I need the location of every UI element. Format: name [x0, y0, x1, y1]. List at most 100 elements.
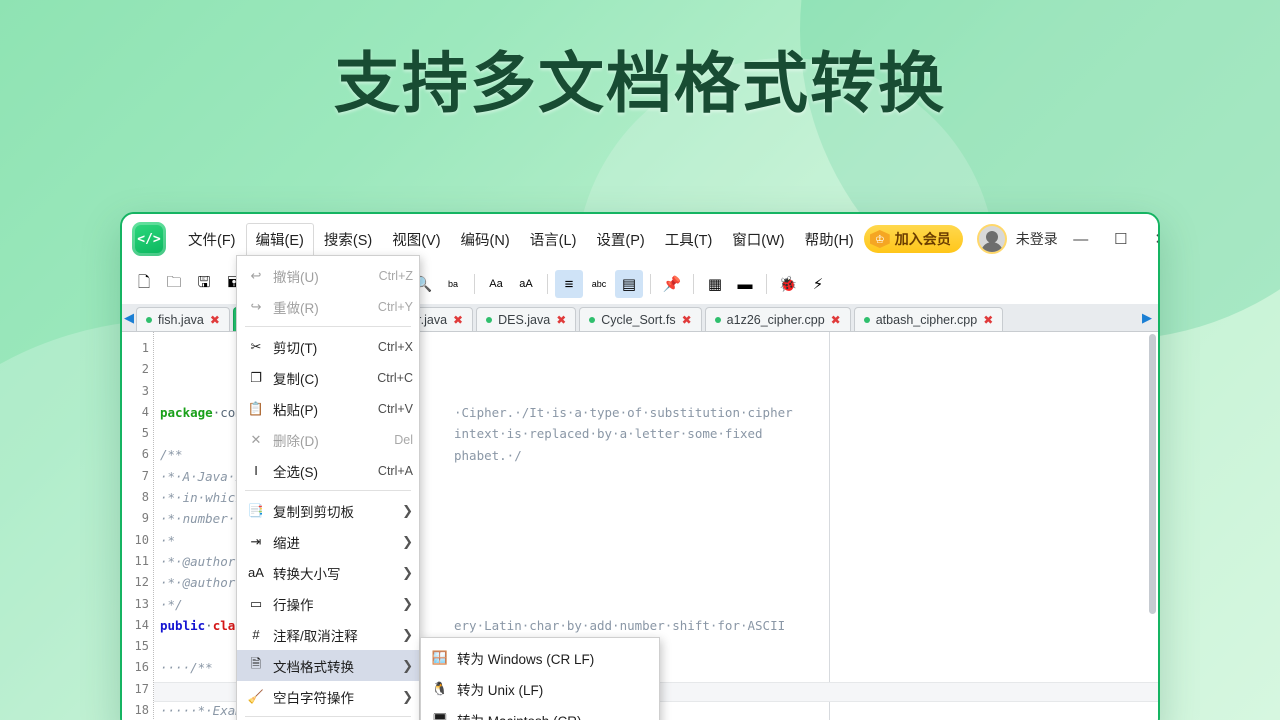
pin-icon[interactable]: 📌	[658, 270, 686, 298]
doc-format-submenu[interactable]: 🪟 转为 Windows (CR LF) 🐧 转为 Unix (LF) 🖥转为 Maci…	[420, 637, 660, 720]
word-wrap-icon[interactable]: abc	[585, 270, 613, 298]
menubar-item-7[interactable]: 工具(T)	[655, 223, 723, 256]
menu-separator	[245, 490, 411, 491]
login-status-label[interactable]: 未登录	[1016, 229, 1058, 249]
save-icon[interactable]: 🖫	[190, 270, 218, 298]
toolbar-separator	[650, 274, 651, 294]
code-fragment: intext·is·replaced·by·a·letter·some·fixe…	[454, 426, 763, 442]
menubar-item-3[interactable]: 视图(V)	[382, 223, 450, 256]
menu-item-cut[interactable]: ✂ 剪切(T) Ctrl+X	[237, 331, 419, 362]
chevron-right-icon: ❯	[402, 688, 413, 704]
menubar-item-2[interactable]: 搜索(S)	[314, 223, 382, 256]
open-folder-icon[interactable]: 🗀	[160, 270, 188, 298]
menu-item-select-all[interactable]: I 全选(S) Ctrl+A	[237, 455, 419, 486]
menu-item-label: 剪切(T)	[273, 340, 318, 356]
menubar-item-8[interactable]: 窗口(W)	[722, 223, 794, 256]
menu-item-copy-to-clipboard[interactable]: 📑 复制到剪切板 ❯	[237, 495, 419, 526]
avatar[interactable]	[976, 224, 1007, 254]
menu-item-shortcut: Del	[394, 432, 413, 447]
menu-item-doc-format-convert[interactable]: 🗎 文档格式转换 ❯	[237, 650, 419, 681]
crown-icon: ♔	[869, 230, 890, 248]
menu-item-label: 粘贴(P)	[273, 402, 318, 418]
menu-item-linux[interactable]: 🐧 转为 Unix (LF)	[421, 673, 659, 704]
menu-item-paste[interactable]: 📋 粘贴(P) Ctrl+V	[237, 393, 419, 424]
code-fragment: ery·Latin·char·by·add·number·shift·for·A…	[454, 617, 786, 633]
menu-item-label: 全选(S)	[273, 464, 318, 480]
line-numbers-icon[interactable]: ≡	[555, 270, 583, 298]
tab-close-icon[interactable]: ✖	[682, 313, 692, 327]
menubar-item-1[interactable]: 编辑(E)	[245, 222, 314, 256]
tab-4[interactable]: Cycle_Sort.fs ✖	[579, 307, 702, 331]
line-number: 11	[134, 553, 149, 568]
tab-5[interactable]: a1z26_cipher.cpp ✖	[704, 307, 851, 331]
run-icon[interactable]: ⚡	[804, 270, 832, 298]
menu-item-whitespace-ops[interactable]: 🧹 空白字符操作 ❯	[237, 681, 419, 712]
menu-separator	[245, 716, 411, 717]
line-number: 17	[134, 681, 149, 696]
join-membership-button[interactable]: ♔ 加入会员	[863, 225, 963, 253]
tab-close-icon[interactable]: ✖	[210, 313, 220, 327]
panel-icon[interactable]: ▦	[701, 270, 729, 298]
debug-icon[interactable]: 🐞	[774, 270, 802, 298]
comment-toggle-icon: #	[252, 627, 260, 642]
vertical-scrollbar[interactable]	[1149, 334, 1156, 614]
minimize-button[interactable]: —	[1064, 231, 1098, 248]
tab-scroll-left-icon[interactable]: ◀	[124, 310, 134, 326]
menu-item-case-convert[interactable]: aA 转换大小写 ❯	[237, 557, 419, 588]
tab-6[interactable]: atbash_cipher.cpp ✖	[853, 307, 1004, 331]
menu-item-shortcut: Ctrl+V	[377, 401, 413, 416]
tab-close-icon[interactable]: ✖	[831, 313, 841, 327]
replace-icon[interactable]: ba	[439, 270, 467, 298]
code-fragment: ·Cipher.·/It·is·a·type·of·substitution·c…	[454, 404, 793, 420]
code-fragment: phabet.·/	[454, 447, 522, 463]
new-file-icon[interactable]: 🗋	[130, 270, 158, 298]
tab-close-icon[interactable]: ✖	[983, 313, 993, 327]
menubar-item-5[interactable]: 语言(L)	[520, 223, 587, 256]
menubar-item-0[interactable]: 文件(F)	[178, 223, 246, 256]
menu-item-shortcut: Ctrl+Y	[377, 299, 413, 314]
menu-item-undo[interactable]: ↩ 撤销(U) Ctrl+Z	[237, 260, 419, 291]
menu-item-label: 文档格式转换	[273, 659, 354, 675]
tab-modified-dot-icon	[863, 316, 870, 323]
menu-item-delete[interactable]: ✕ 删除(D) Del	[237, 424, 419, 455]
line-number: 2	[141, 362, 149, 377]
titlebar-right: ♔ 加入会员 未登录 — ☐ ✕	[863, 224, 1158, 254]
maximize-button[interactable]: ☐	[1104, 230, 1138, 248]
menu-item-label: 撤销(U)	[273, 269, 319, 285]
chevron-right-icon: ❯	[402, 595, 413, 611]
menu-item-comment-toggle[interactable]: # 注释/取消注释 ❯	[237, 619, 419, 650]
tab-close-icon[interactable]: ✖	[453, 313, 463, 327]
menu-item-windows[interactable]: 🪟 转为 Windows (CR LF)	[421, 642, 659, 673]
uppercase-icon[interactable]: Aa	[482, 270, 510, 298]
chevron-right-icon: ❯	[402, 657, 413, 673]
menu-item-redo[interactable]: ↪ 重做(R) Ctrl+Y	[237, 291, 419, 322]
menubar-item-4[interactable]: 编码(N)	[451, 223, 520, 256]
menu-item-indent[interactable]: ⇥ 缩进 ❯	[237, 526, 419, 557]
lowercase-icon[interactable]: aA	[512, 270, 540, 298]
line-number: 12	[134, 575, 149, 590]
tab-scroll-right-icon[interactable]: ▶	[1142, 310, 1152, 326]
join-membership-label: 加入会员	[894, 231, 951, 247]
edit-menu-dropdown[interactable]: ↩ 撤销(U) Ctrl+Z ↪ 重做(R) Ctrl+Y ✂ 剪切(T) Ctrl+X ❐ 复制(…	[236, 255, 420, 720]
tab-close-icon[interactable]: ✖	[556, 313, 566, 327]
menubar-item-9[interactable]: 帮助(H)	[795, 223, 864, 256]
menu-item-shortcut: Ctrl+X	[377, 339, 413, 354]
chevron-right-icon: ❯	[402, 502, 413, 518]
line-number: 16	[134, 660, 149, 675]
menu-item-copy[interactable]: ❐ 复制(C) Ctrl+C	[237, 362, 419, 393]
menu-item-shortcut: Ctrl+Z	[378, 268, 413, 283]
tab-0[interactable]: fish.java ✖	[136, 307, 230, 331]
tab-label: fish.java	[158, 312, 204, 327]
console-icon[interactable]: ▬	[731, 270, 759, 298]
indent-guide-icon[interactable]: ▤	[615, 270, 643, 298]
tab-3[interactable]: DES.java ✖	[476, 307, 577, 331]
page-title: 支持多文档格式转换	[334, 45, 946, 122]
menu-item-line-ops[interactable]: ▭ 行操作 ❯	[237, 588, 419, 619]
toolbar-separator	[547, 274, 548, 294]
menu-item-label: 注释/取消注释	[273, 628, 358, 644]
tab-modified-dot-icon	[486, 316, 493, 323]
close-button[interactable]: ✕	[1144, 230, 1158, 248]
menu-item-macintosh[interactable]: 🖥转为 Macintosh (CR)	[421, 704, 659, 720]
menubar-item-6[interactable]: 设置(P)	[586, 223, 654, 256]
redo-icon: ↪	[250, 298, 262, 314]
